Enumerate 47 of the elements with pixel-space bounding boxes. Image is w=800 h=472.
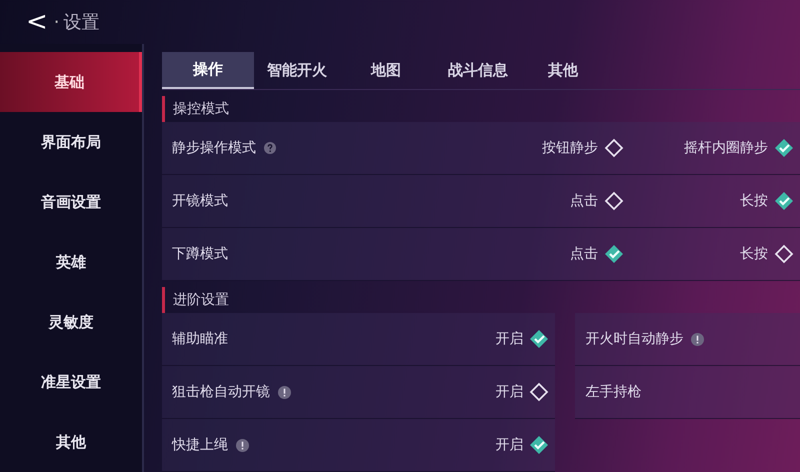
diamond-icon[interactable] [774, 244, 794, 264]
setting-label: 左手持枪 [585, 383, 642, 401]
sidebar-item[interactable]: 灵敏度 [0, 292, 142, 352]
tab[interactable]: 其他 [524, 52, 602, 89]
section-title: 进阶设置 [162, 287, 800, 313]
info-icon[interactable] [236, 438, 249, 452]
tab[interactable]: 战斗信息 [432, 52, 524, 89]
checked-diamond-icon[interactable] [529, 329, 550, 349]
checked-diamond-icon[interactable] [774, 191, 794, 211]
back-button[interactable]: < [24, 7, 50, 37]
section-title: 操控模式 [162, 96, 800, 122]
tab[interactable]: 智能开火 [254, 52, 340, 89]
checked-diamond-icon[interactable] [604, 244, 624, 264]
sidebar-item[interactable]: 其他 [0, 412, 142, 472]
option-label: 按钮静步 [542, 139, 598, 157]
diamond-icon[interactable] [604, 191, 624, 211]
checked-diamond-icon[interactable] [774, 138, 794, 158]
tab[interactable]: 地图 [340, 52, 432, 89]
sidebar-item[interactable]: 音画设置 [0, 172, 142, 232]
page-title: 设置 [64, 11, 100, 34]
setting-label: 静步操作模式 [172, 139, 256, 157]
diamond-icon[interactable] [604, 138, 624, 158]
setting-label: 开火时自动静步 [585, 330, 684, 348]
option-label: 长按 [740, 245, 768, 263]
setting-label: 开镜模式 [172, 192, 228, 210]
sidebar-item[interactable]: 英雄 [0, 232, 142, 292]
setting-label: 下蹲模式 [172, 245, 228, 263]
diamond-icon[interactable] [529, 382, 550, 402]
separator-dot: · [54, 12, 60, 32]
sidebar-item[interactable]: 准星设置 [0, 352, 142, 412]
option-label: 点击 [570, 192, 598, 210]
help-icon[interactable] [264, 142, 276, 154]
info-icon[interactable] [278, 386, 291, 398]
setting-label: 辅助瞄准 [172, 330, 228, 348]
option-label: 开启 [495, 330, 524, 348]
option-label: 长按 [740, 192, 768, 210]
option-label: 开启 [495, 383, 524, 401]
tab[interactable]: 操作 [162, 52, 254, 89]
sidebar-item[interactable]: 界面布局 [0, 112, 142, 172]
info-icon[interactable] [691, 332, 704, 346]
setting-label: 狙击枪自动开镜 [172, 383, 270, 401]
checked-diamond-icon[interactable] [529, 435, 550, 455]
setting-label: 快捷上绳 [172, 436, 228, 454]
sidebar-item[interactable]: 基础 [0, 52, 142, 112]
option-label: 开启 [495, 436, 524, 454]
option-label: 摇杆内圈静步 [684, 139, 768, 157]
option-label: 点击 [570, 245, 598, 263]
